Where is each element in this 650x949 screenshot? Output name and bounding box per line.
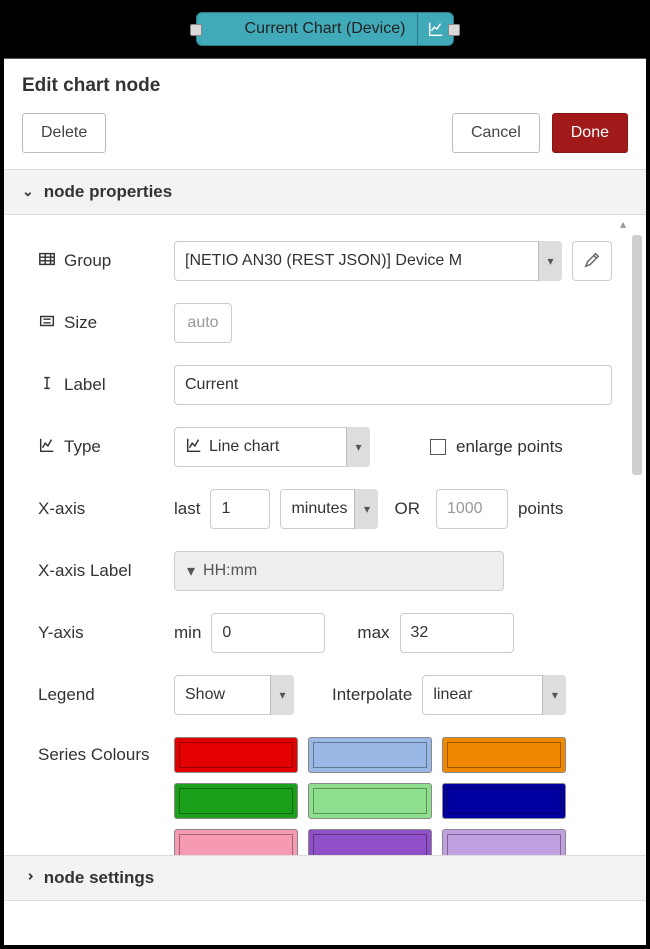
swatch-inner [313, 788, 427, 814]
or-text: OR [394, 499, 420, 519]
series-colour-7[interactable] [308, 829, 432, 855]
form-scroll[interactable]: Group ▾ Size [4, 215, 646, 855]
row-group: Group ▾ [38, 241, 612, 281]
series-colour-1[interactable] [308, 737, 432, 773]
edit-panel: Edit chart node Delete Cancel Done ⌄ nod… [4, 58, 646, 945]
row-xaxis-label: X-axis Label ▾ HH:mm [38, 551, 612, 591]
caret-down-icon: ▾ [187, 561, 195, 581]
series-colour-6[interactable] [174, 829, 298, 855]
scrollbar-thumb[interactable] [632, 235, 642, 475]
group-select[interactable] [174, 241, 562, 281]
legend-value: Show [185, 686, 225, 704]
min-text: min [174, 623, 201, 643]
swatch-inner [179, 834, 293, 855]
chevron-down-icon: ⌄ [22, 183, 34, 200]
swatch-inner [313, 834, 427, 855]
series-colour-2[interactable] [442, 737, 566, 773]
legend-select[interactable]: Show [174, 675, 294, 715]
scroll-up-icon [620, 215, 634, 229]
last-text: last [174, 499, 200, 519]
type-label: Type [64, 437, 101, 457]
series-colours-label: Series Colours [38, 745, 150, 765]
enlarge-checkbox[interactable] [430, 439, 446, 455]
done-button[interactable]: Done [552, 113, 628, 153]
interpolate-label: Interpolate [332, 685, 412, 705]
cancel-button[interactable]: Cancel [452, 113, 540, 153]
xaxis-label-select[interactable]: ▾ HH:mm [174, 551, 504, 591]
series-colour-8[interactable] [442, 829, 566, 855]
xaxis-unit-select[interactable]: minutes [280, 489, 378, 529]
row-type: Type Line chart ▾ enlarge points [38, 427, 612, 467]
type-select[interactable]: Line chart [174, 427, 370, 467]
series-colour-5[interactable] [442, 783, 566, 819]
series-colour-3[interactable] [174, 783, 298, 819]
label-label: Label [64, 375, 106, 395]
panel-title: Edit chart node [4, 59, 646, 105]
type-value: Line chart [209, 438, 279, 456]
section-properties-title: node properties [44, 182, 172, 202]
group-label: Group [64, 251, 111, 271]
text-cursor-icon [38, 374, 56, 397]
section-settings[interactable]: ⌄ node settings [4, 855, 646, 901]
flow-node[interactable]: Current Chart (Device) [196, 12, 454, 46]
node-port-out[interactable] [448, 24, 460, 36]
swatch-inner [179, 742, 293, 768]
xaxis-count-input[interactable] [210, 489, 270, 529]
ymax-input[interactable] [400, 613, 514, 653]
row-label: Label [38, 365, 612, 405]
size-button[interactable]: auto [174, 303, 232, 343]
row-xaxis: X-axis last minutes ▾ OR points [38, 489, 612, 529]
line-chart-icon [185, 436, 203, 459]
ymin-input[interactable] [211, 613, 325, 653]
size-icon [38, 312, 56, 335]
swatch-inner [447, 834, 561, 855]
line-chart-icon [38, 436, 56, 459]
series-colour-0[interactable] [174, 737, 298, 773]
swatch-inner [179, 788, 293, 814]
swatch-inner [447, 788, 561, 814]
xaxis-points-input[interactable] [436, 489, 508, 529]
series-colour-4[interactable] [308, 783, 432, 819]
swatch-inner [313, 742, 427, 768]
size-label: Size [64, 313, 97, 333]
xaxis-label-value: HH:mm [203, 562, 257, 580]
edit-group-button[interactable] [572, 241, 612, 281]
grid-icon [38, 250, 56, 273]
enlarge-label: enlarge points [456, 437, 563, 457]
pencil-icon [583, 251, 601, 272]
xaxis-unit-value: minutes [291, 500, 347, 518]
row-yaxis: Y-axis min max [38, 613, 612, 653]
panel-actions: Delete Cancel Done [4, 105, 646, 169]
section-settings-title: node settings [44, 868, 155, 888]
interpolate-value: linear [433, 686, 472, 704]
legend-label: Legend [38, 685, 95, 705]
node-title: Current Chart (Device) [245, 20, 406, 38]
xaxis-label: X-axis [38, 499, 85, 519]
delete-button[interactable]: Delete [22, 113, 106, 153]
row-size: Size auto [38, 303, 612, 343]
section-properties[interactable]: ⌄ node properties [4, 169, 646, 215]
swatch-inner [447, 742, 561, 768]
chevron-right-icon: ⌄ [19, 870, 36, 882]
node-port-in[interactable] [190, 24, 202, 36]
yaxis-label: Y-axis [38, 623, 84, 643]
points-text: points [518, 499, 563, 519]
label-input[interactable] [174, 365, 612, 405]
row-legend: Legend Show ▾ Interpolate linear [38, 675, 612, 715]
max-text: max [357, 623, 389, 643]
xaxis-label-label: X-axis Label [38, 561, 132, 581]
row-series-colours: Series Colours [38, 737, 612, 855]
swatch-grid [174, 737, 566, 855]
interpolate-select[interactable]: linear [422, 675, 566, 715]
